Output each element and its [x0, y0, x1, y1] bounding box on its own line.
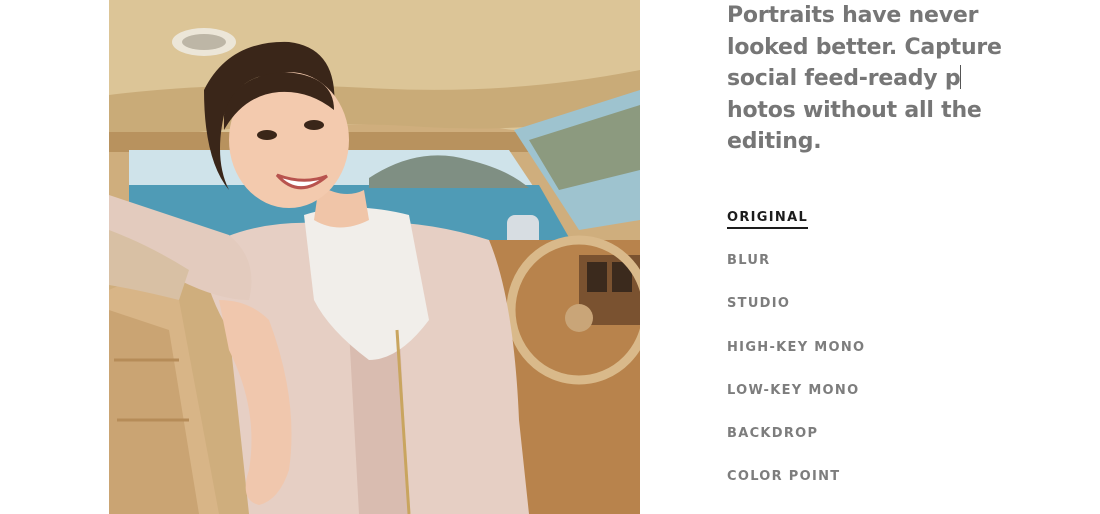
mode-high-key-mono[interactable]: HIGH-KEY MONO — [727, 340, 865, 383]
mode-label: STUDIO — [727, 296, 791, 312]
mode-label: HIGH-KEY MONO — [727, 339, 866, 355]
mode-label: BLUR — [727, 253, 771, 269]
mode-backdrop[interactable]: BACKDROP — [727, 426, 865, 469]
mode-original[interactable]: ORIGINAL — [727, 210, 865, 253]
text-cursor-icon — [960, 65, 962, 89]
portrait-mode-list: ORIGINAL BLUR STUDIO HIGH-KEY MONO LOW-K… — [727, 210, 865, 512]
mode-blur[interactable]: BLUR — [727, 253, 865, 296]
mode-low-key-mono[interactable]: LOW-KEY MONO — [727, 383, 865, 426]
mode-label: ORIGINAL — [727, 210, 809, 229]
mode-label: COLOR POINT — [727, 469, 841, 485]
mode-label: LOW-KEY MONO — [727, 382, 860, 398]
mode-color-point[interactable]: COLOR POINT — [727, 469, 865, 512]
portrait-mode-showcase: Portraits have never looked better. Capt… — [0, 0, 1100, 514]
headline: Portraits have never looked better. Capt… — [727, 0, 1027, 158]
mode-label: BACKDROP — [727, 425, 819, 441]
mode-studio[interactable]: STUDIO — [727, 296, 865, 339]
portrait-photo — [109, 0, 640, 514]
headline-text-part2: hotos without all the editing. — [727, 97, 982, 155]
